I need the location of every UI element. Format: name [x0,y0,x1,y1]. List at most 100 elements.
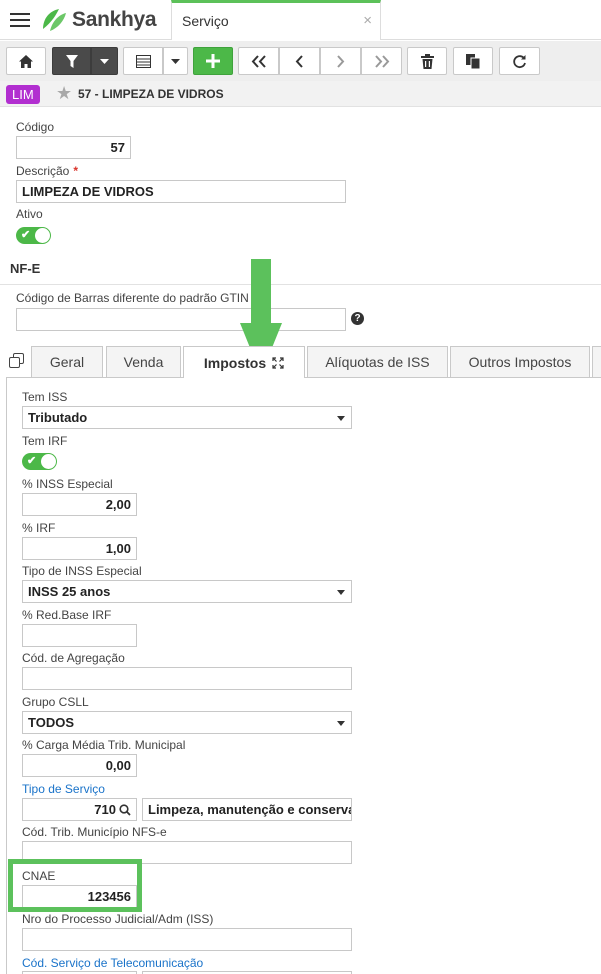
tab-impostos-label: Impostos [203,354,267,371]
grupo-csll-select[interactable]: TODOS [22,711,352,734]
nro-processo-field[interactable] [22,928,352,951]
close-tab-icon[interactable]: × [363,12,372,29]
tab-aliquotas-iss-label: Alíquotas de ISS [325,354,430,370]
nfe-section-title: NF-E [10,261,41,276]
required-mark: * [73,164,79,178]
cod-agregacao-field[interactable] [22,667,352,690]
grid-view-button[interactable] [123,47,163,75]
tab-outros-impostos-label: Outros Impostos [468,354,572,370]
carga-media-field[interactable]: 0,00 [22,754,137,777]
irf-label: % IRF [22,521,56,535]
cod-trib-municipio-label: Cód. Trib. Município NFS-e [22,825,167,839]
tipo-servico-description-field: Limpeza, manutenção e conservação [142,798,352,821]
gtin-label: Código de Barras diferente do padrão GTI… [16,291,249,305]
sankhya-logo: Sankhya [40,7,157,33]
tab-aliquotas-iss[interactable]: Alíquotas de ISS [307,346,448,377]
previous-icon [295,54,303,68]
tem-iss-value: Tributado [28,410,88,425]
descricao-field[interactable]: LIMPEZA DE VIDROS [16,180,346,203]
last-record-button[interactable] [361,47,402,75]
menu-icon[interactable] [10,13,30,27]
duplicate-button[interactable] [453,47,493,75]
tipo-inss-select[interactable]: INSS 25 anos [22,580,352,603]
tem-iss-label: Tem ISS [22,390,68,404]
tipo-servico-code-field[interactable]: 710 [22,798,137,821]
tab-venda[interactable]: Venda [106,346,181,377]
tem-irf-toggle[interactable]: ✔ [22,453,57,470]
last-icon [374,54,389,68]
check-icon: ✔ [27,455,37,467]
tab-outros-impostos[interactable]: Outros Impostos [450,346,590,377]
descricao-label: Descrição * [16,164,78,178]
tem-irf-label: Tem IRF [22,434,68,448]
tab-servico[interactable]: Serviço × [171,0,381,40]
inss-especial-field[interactable]: 2,00 [22,493,137,516]
first-record-button[interactable] [238,47,279,75]
descricao-label-text: Descrição [16,164,70,178]
chevron-down-icon [337,721,345,726]
tem-iss-select[interactable]: Tributado [22,406,352,429]
nro-processo-label: Nro do Processo Judicial/Adm (ISS) [22,912,214,926]
caret-down-icon [100,58,109,64]
brand-name: Sankhya [72,8,157,31]
grid-icon [135,54,151,68]
red-base-irf-label: % Red.Base IRF [22,608,112,622]
tipo-inss-value: INSS 25 anos [28,584,111,599]
next-icon [337,54,345,68]
sankhya-leaf-icon [43,9,66,31]
tab-geral-label: Geral [49,354,85,370]
top-bar: Sankhya Serviço × [0,0,601,40]
copy-icon[interactable] [9,353,24,368]
add-button[interactable] [193,47,233,75]
tab-overflow[interactable] [592,346,601,377]
grupo-csll-value: TODOS [28,715,74,730]
chevron-down-icon [337,590,345,595]
previous-record-button[interactable] [279,47,320,75]
ativo-label: Ativo [16,207,43,221]
record-badge: LIM [6,85,40,104]
help-icon[interactable]: ? [351,312,364,325]
grupo-csll-label: Grupo CSLL [22,695,89,709]
toggle-knob [41,454,56,469]
delete-button[interactable] [407,47,447,75]
search-icon[interactable] [119,804,131,816]
cod-agregacao-label: Cód. de Agregação [22,651,125,665]
annotation-highlight-box [8,859,142,912]
star-icon[interactable]: ★ [56,83,72,104]
tab-servico-label: Serviço [182,13,229,29]
codigo-field[interactable]: 57 [16,136,131,159]
tab-venda-label: Venda [123,354,164,370]
trash-icon [420,53,434,69]
copy-icon [466,53,480,69]
section-divider [0,284,601,285]
tipo-servico-label[interactable]: Tipo de Serviço [22,782,105,796]
filter-button[interactable] [52,47,91,75]
record-title: 57 - LIMPEZA DE VIDROS [78,87,224,101]
ativo-toggle[interactable]: ✔ [16,227,51,244]
tipo-servico-code: 710 [94,802,116,817]
grid-dropdown-button[interactable] [163,47,188,75]
filter-dropdown-button[interactable] [91,47,118,75]
refresh-icon [513,54,526,68]
carga-media-label: % Carga Média Trib. Municipal [22,738,186,752]
codigo-label: Código [16,120,55,134]
toggle-knob [35,228,50,243]
red-base-irf-field[interactable] [22,624,137,647]
home-button[interactable] [6,47,46,75]
expand-icon[interactable] [272,356,284,369]
filter-icon [65,54,78,68]
tab-geral[interactable]: Geral [31,346,103,377]
tipo-inss-label: Tipo de INSS Especial [22,564,142,578]
tab-impostos[interactable]: Impostos [183,346,305,378]
inss-especial-label: % INSS Especial [22,477,113,491]
refresh-button[interactable] [499,47,540,75]
record-header: LIM ★ 57 - LIMPEZA DE VIDROS [0,81,601,107]
toolbar [0,41,601,81]
home-icon [19,54,33,68]
chevron-down-icon [337,416,345,421]
next-record-button[interactable] [320,47,361,75]
gtin-field[interactable] [16,308,346,331]
cod-telecom-label[interactable]: Cód. Serviço de Telecomunicação [22,956,203,970]
irf-field[interactable]: 1,00 [22,537,137,560]
first-icon [251,54,266,68]
